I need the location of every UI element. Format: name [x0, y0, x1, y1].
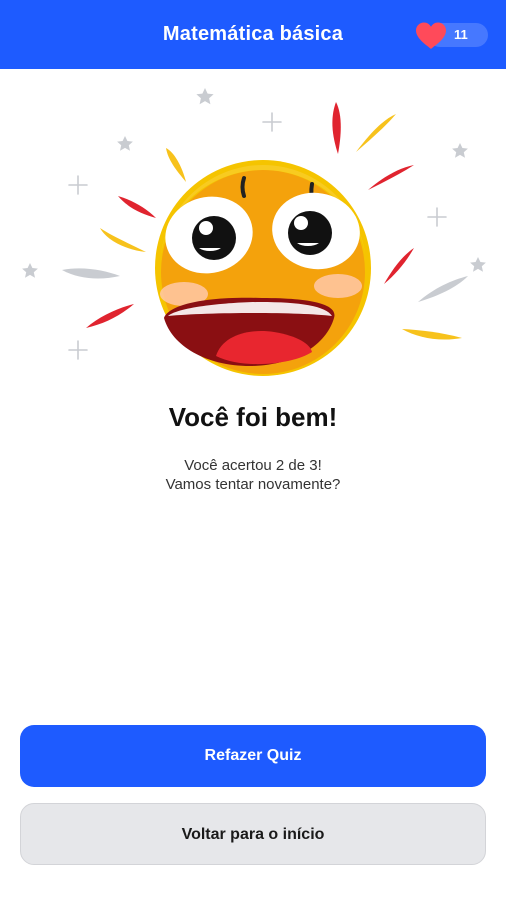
- star-icon: [470, 257, 486, 272]
- gray-streak: [418, 276, 468, 302]
- result-title: Você foi bem!: [168, 402, 338, 432]
- result-message: Você acertou 2 de 3! Vamos tentar novame…: [0, 456, 506, 494]
- yellow-streak: [356, 114, 396, 152]
- star-icon: [117, 136, 133, 151]
- red-streak: [118, 196, 156, 218]
- red-streak: [384, 248, 414, 284]
- yellow-streak: [402, 329, 462, 340]
- right-cheek: [314, 274, 362, 298]
- app-header: Matemática básica 11: [0, 0, 506, 69]
- gray-streak: [62, 268, 120, 279]
- happy-emoji-illustration: [22, 88, 486, 376]
- red-streak: [368, 165, 414, 190]
- sparkle-icon: [68, 340, 88, 360]
- star-icon: [196, 88, 214, 105]
- red-streak: [332, 102, 341, 154]
- yellow-streak: [166, 148, 186, 182]
- eyebrow: [240, 176, 246, 198]
- lives-count: 11: [454, 27, 468, 42]
- sparkle-icon: [262, 112, 282, 132]
- yellow-streak: [100, 228, 146, 252]
- sparkle-icon: [427, 207, 447, 227]
- back-to-start-button[interactable]: Voltar para o início: [20, 803, 486, 865]
- retry-quiz-button[interactable]: Refazer Quiz: [20, 725, 486, 787]
- star-icon: [452, 143, 468, 158]
- lives-counter[interactable]: 11: [414, 21, 488, 49]
- result-message-line: Vamos tentar novamente?: [165, 476, 341, 493]
- heart-icon: [416, 22, 446, 49]
- red-streak: [86, 304, 134, 328]
- sparkle-icon: [68, 175, 88, 195]
- star-icon: [22, 263, 38, 278]
- result-message-line: Você acertou 2 de 3!: [184, 457, 322, 474]
